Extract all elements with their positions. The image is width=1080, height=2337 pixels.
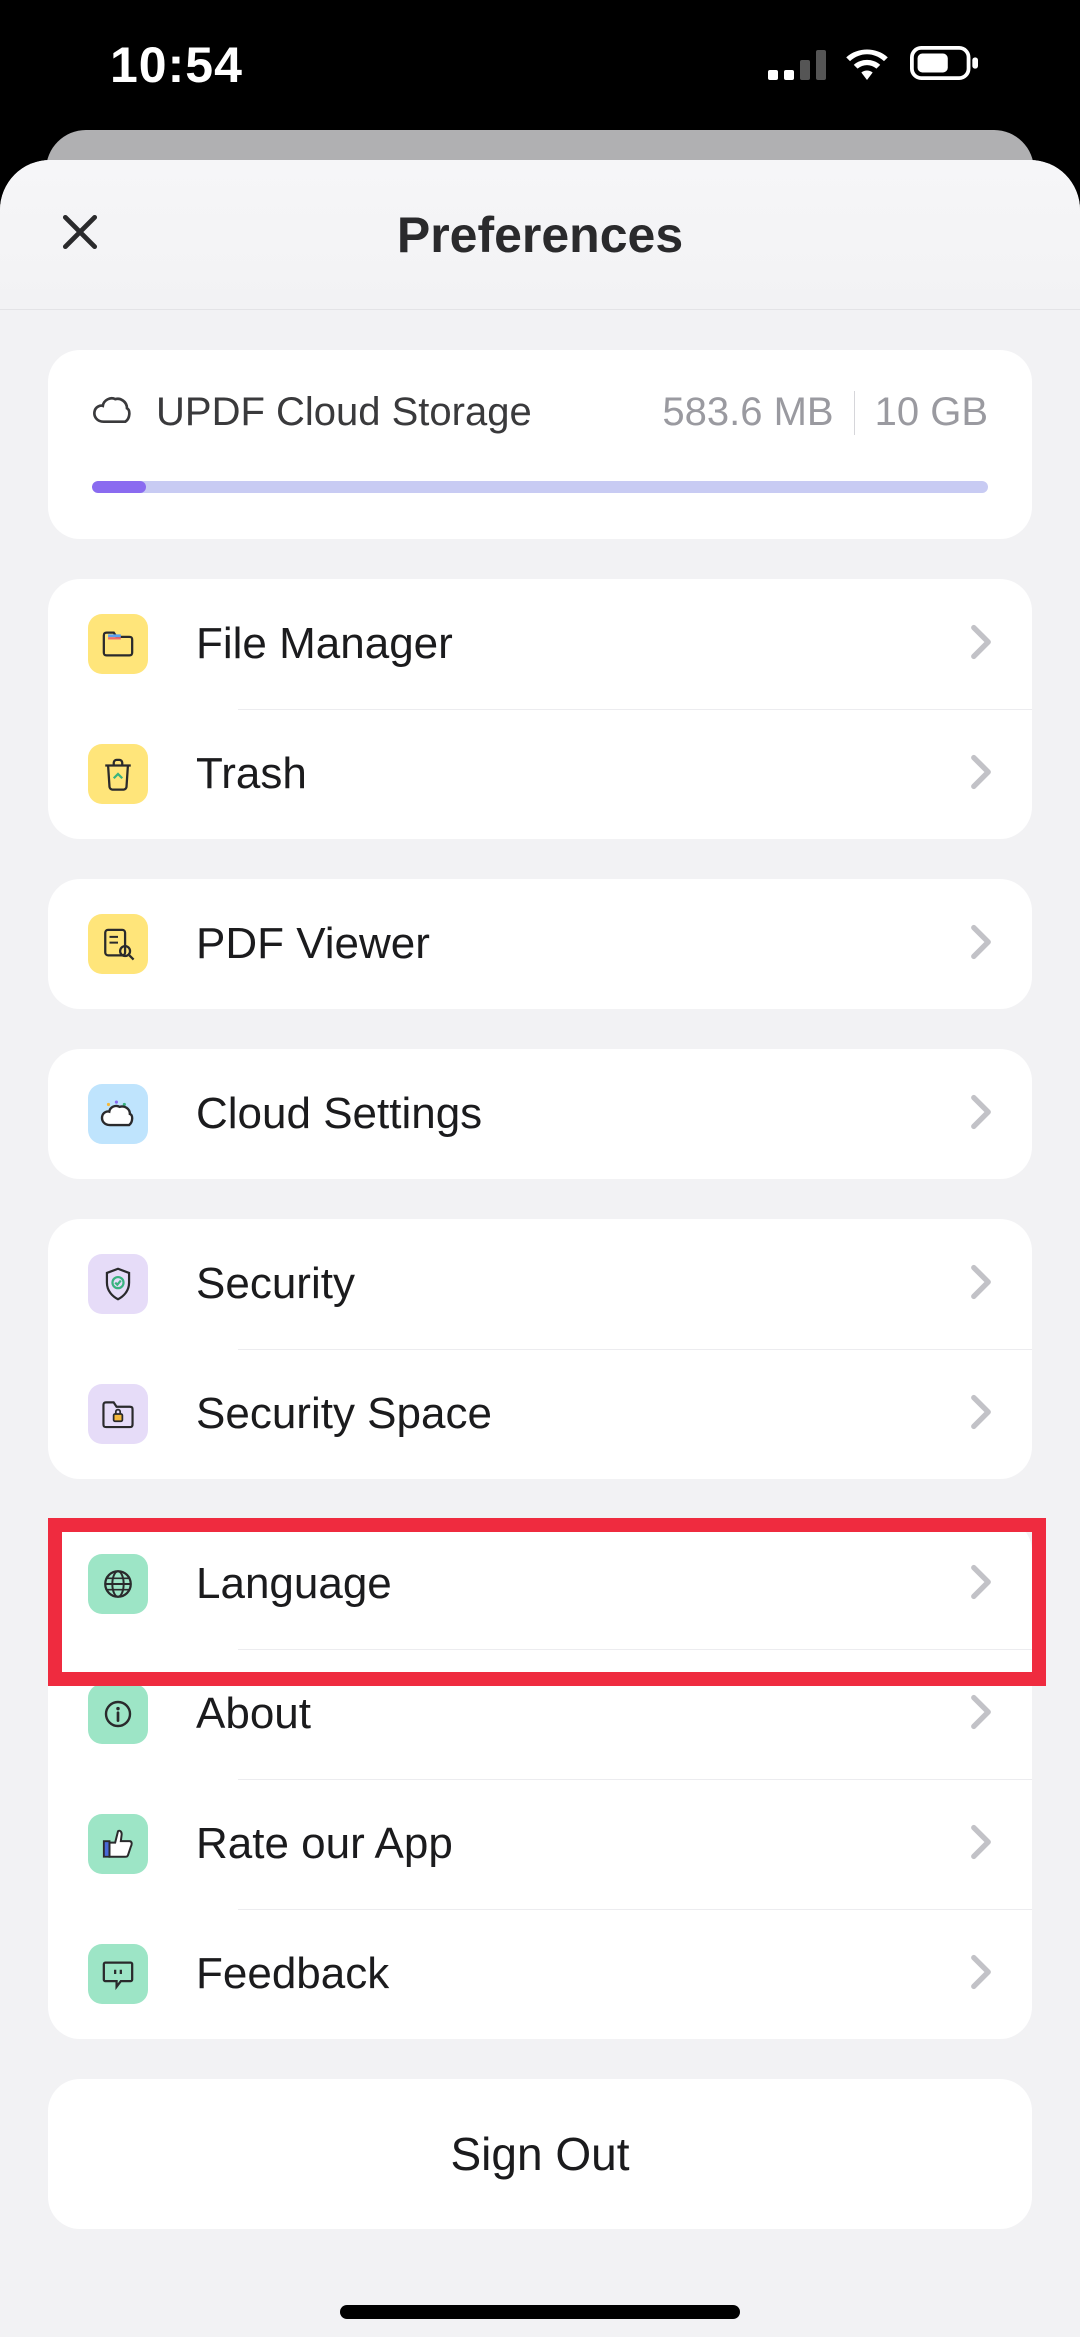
folder-icon: [88, 614, 148, 674]
row-label: About: [196, 1689, 970, 1739]
chevron-right-icon: [970, 1564, 992, 1605]
chevron-right-icon: [970, 1094, 992, 1135]
row-label: File Manager: [196, 619, 970, 669]
row-language[interactable]: Language: [48, 1519, 1032, 1649]
wifi-icon: [844, 46, 890, 85]
page-title: Preferences: [397, 206, 683, 264]
chevron-right-icon: [970, 1394, 992, 1435]
divider: [854, 391, 855, 435]
folder-lock-icon: [88, 1384, 148, 1444]
status-bar: 10:54: [0, 0, 1080, 130]
row-cloud-settings[interactable]: Cloud Settings: [48, 1049, 1032, 1179]
home-indicator[interactable]: [340, 2305, 740, 2319]
sign-out-button[interactable]: Sign Out: [48, 2079, 1032, 2229]
close-button[interactable]: [50, 205, 110, 265]
storage-values: 583.6 MB 10 GB: [662, 390, 988, 435]
row-file-manager[interactable]: File Manager: [48, 579, 1032, 709]
chevron-right-icon: [970, 624, 992, 665]
sheet-header: Preferences: [0, 160, 1080, 310]
row-label: Language: [196, 1559, 970, 1609]
row-about[interactable]: About: [48, 1649, 1032, 1779]
status-time: 10:54: [110, 36, 243, 94]
status-indicators: [768, 46, 980, 85]
group-misc: Language About Rate our App: [48, 1519, 1032, 2039]
group-files: File Manager Trash: [48, 579, 1032, 839]
shield-check-icon: [88, 1254, 148, 1314]
content: UPDF Cloud Storage 583.6 MB 10 GB File M…: [0, 310, 1080, 2229]
row-label: PDF Viewer: [196, 919, 970, 969]
battery-icon: [908, 46, 980, 85]
info-icon: [88, 1684, 148, 1744]
storage-used: 583.6 MB: [662, 390, 833, 435]
chevron-right-icon: [970, 1954, 992, 1995]
chevron-right-icon: [970, 1264, 992, 1305]
storage-total: 10 GB: [875, 390, 988, 435]
preferences-sheet: Preferences UPDF Cloud Storage 583.6 MB …: [0, 160, 1080, 2337]
sign-out-card: Sign Out: [48, 2079, 1032, 2229]
thumbs-up-icon: [88, 1814, 148, 1874]
trash-icon: [88, 744, 148, 804]
group-cloud: Cloud Settings: [48, 1049, 1032, 1179]
row-security-space[interactable]: Security Space: [48, 1349, 1032, 1479]
chevron-right-icon: [970, 754, 992, 795]
row-rate[interactable]: Rate our App: [48, 1779, 1032, 1909]
row-label: Feedback: [196, 1949, 970, 1999]
chat-icon: [88, 1944, 148, 2004]
cloud-icon: [88, 1084, 148, 1144]
group-viewer: PDF Viewer: [48, 879, 1032, 1009]
row-trash[interactable]: Trash: [48, 709, 1032, 839]
group-security: Security Security Space: [48, 1219, 1032, 1479]
cloud-storage-card[interactable]: UPDF Cloud Storage 583.6 MB 10 GB: [48, 350, 1032, 539]
storage-label: UPDF Cloud Storage: [156, 390, 638, 435]
chevron-right-icon: [970, 1694, 992, 1735]
chevron-right-icon: [970, 1824, 992, 1865]
chevron-right-icon: [970, 924, 992, 965]
storage-progress: [92, 481, 988, 493]
row-feedback[interactable]: Feedback: [48, 1909, 1032, 2039]
row-label: Trash: [196, 749, 970, 799]
storage-progress-fill: [92, 481, 146, 493]
row-label: Cloud Settings: [196, 1089, 970, 1139]
row-label: Security Space: [196, 1389, 970, 1439]
row-label: Security: [196, 1259, 970, 1309]
row-pdf-viewer[interactable]: PDF Viewer: [48, 879, 1032, 1009]
document-search-icon: [88, 914, 148, 974]
row-security[interactable]: Security: [48, 1219, 1032, 1349]
row-label: Rate our App: [196, 1819, 970, 1869]
cloud-icon: [92, 395, 132, 430]
close-icon: [58, 210, 102, 259]
globe-icon: [88, 1554, 148, 1614]
cellular-icon: [768, 50, 826, 80]
